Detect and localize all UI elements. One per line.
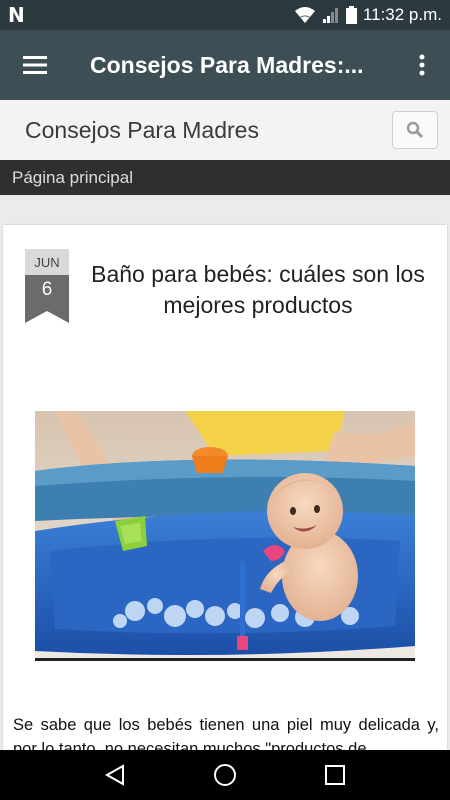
status-icons: 11:32 p.m. bbox=[294, 5, 442, 25]
recents-button[interactable] bbox=[315, 755, 355, 795]
system-navigation-bar bbox=[0, 750, 450, 800]
search-icon bbox=[406, 121, 424, 139]
home-button[interactable] bbox=[205, 755, 245, 795]
back-triangle-icon bbox=[104, 764, 124, 786]
app-notification-icon: N bbox=[8, 3, 25, 27]
hamburger-menu-icon bbox=[23, 56, 47, 74]
baby-bath-photo[interactable] bbox=[35, 411, 415, 661]
more-vert-icon bbox=[419, 54, 425, 76]
site-header: Consejos Para Madres bbox=[0, 100, 450, 160]
nav-home-link[interactable]: Página principal bbox=[12, 168, 133, 188]
content-area: JUN 6 Baño para bebés: cuáles son los me… bbox=[0, 195, 450, 750]
post-card: JUN 6 Baño para bebés: cuáles son los me… bbox=[3, 225, 447, 750]
wifi-icon bbox=[294, 7, 315, 23]
app-title: Consejos Para Madres:... bbox=[90, 51, 364, 78]
hamburger-menu-button[interactable] bbox=[0, 30, 70, 100]
site-title[interactable]: Consejos Para Madres bbox=[25, 117, 259, 144]
post-body-text: Se sabe que los bebés tienen una piel mu… bbox=[13, 716, 439, 750]
battery-icon bbox=[345, 6, 357, 24]
nav-bar: Página principal bbox=[0, 160, 450, 195]
post-title[interactable]: Baño para bebés: cuáles son los mejores … bbox=[73, 259, 443, 321]
search-button[interactable] bbox=[392, 111, 438, 149]
signal-icon bbox=[322, 8, 338, 23]
more-options-button[interactable] bbox=[394, 30, 450, 100]
back-button[interactable] bbox=[95, 755, 135, 795]
date-month: JUN bbox=[25, 249, 69, 275]
home-circle-icon bbox=[214, 764, 236, 786]
date-day: 6 bbox=[41, 279, 53, 300]
app-bar: Consejos Para Madres:... bbox=[0, 30, 450, 100]
recents-square-icon bbox=[325, 765, 345, 785]
status-bar: N 11:32 p.m. bbox=[0, 0, 450, 30]
status-time: 11:32 p.m. bbox=[362, 5, 442, 24]
date-badge: JUN 6 bbox=[25, 249, 69, 323]
